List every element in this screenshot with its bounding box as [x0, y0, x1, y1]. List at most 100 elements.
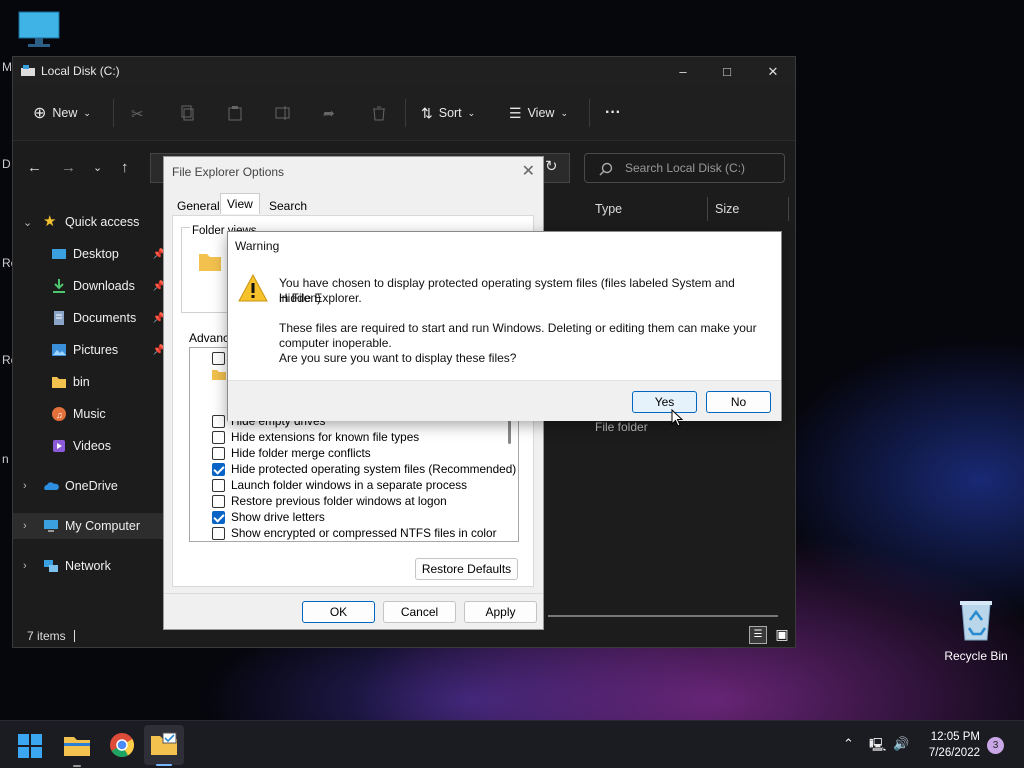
apply-button[interactable]: Apply [464, 601, 537, 623]
no-button[interactable]: No [706, 391, 771, 413]
sort-label: Sort [438, 106, 462, 120]
delete-icon[interactable] [371, 105, 387, 121]
dialog-title: File Explorer Options [172, 165, 285, 179]
setting-row[interactable]: Restore previous folder windows at logon [212, 493, 447, 509]
show-hidden-icons-chevron-icon[interactable]: ⌃ [843, 736, 854, 752]
notification-badge[interactable]: 3 [987, 737, 1004, 754]
sidebar-item-my-computer[interactable]: › My Computer [13, 513, 165, 539]
rename-icon[interactable] [275, 105, 291, 121]
setting-checkbox[interactable] [212, 430, 225, 444]
folder-options-icon [151, 732, 177, 755]
new-label: New [52, 106, 78, 120]
warning-footer: Yes No [228, 380, 781, 421]
sidebar-item-downloads[interactable]: Downloads 📌 [13, 273, 165, 299]
setting-checkbox[interactable] [212, 494, 225, 508]
back-arrow-icon[interactable]: ← [27, 159, 42, 176]
active-app-highlight[interactable] [144, 725, 184, 766]
setting-checkbox[interactable] [212, 446, 225, 460]
minimize-button[interactable]: – [663, 61, 703, 83]
new-button[interactable]: ⊕ New ⌄ [33, 103, 91, 123]
running-indicator [73, 765, 81, 767]
column-divider[interactable] [707, 197, 708, 221]
close-button[interactable]: ✕ [753, 61, 793, 83]
file-explorer-taskbar-icon[interactable] [62, 730, 92, 760]
setting-checkbox[interactable] [212, 351, 225, 365]
column-divider[interactable] [788, 197, 789, 221]
explorer-titlebar[interactable]: Local Disk (C:) – □ ✕ [13, 57, 795, 85]
close-icon[interactable]: ✕ [522, 161, 535, 181]
cut-icon[interactable]: ✂ [131, 105, 147, 123]
search-box[interactable]: Search Local Disk (C:) [584, 153, 785, 183]
setting-checkbox[interactable] [212, 526, 225, 540]
sidebar-item-desktop[interactable]: Desktop 📌 [13, 241, 165, 267]
list-scrollbar[interactable] [508, 420, 511, 444]
downloads-icon [53, 279, 65, 293]
desktop-monitor-icon[interactable] [16, 10, 62, 50]
sidebar-item-videos[interactable]: Videos [13, 433, 165, 459]
sidebar-item-network[interactable]: › Network [13, 553, 165, 579]
network-status-icon[interactable]: 🖳 [869, 736, 886, 758]
chevron-down-icon: ⌄ [23, 216, 33, 229]
setting-checkbox[interactable] [212, 414, 225, 428]
maximize-button[interactable]: □ [707, 61, 747, 83]
yes-button[interactable]: Yes [632, 391, 697, 413]
setting-checkbox[interactable] [212, 478, 225, 492]
forward-arrow-icon[interactable]: → [61, 159, 76, 176]
recycle-bin[interactable]: Recycle Bin [940, 598, 1012, 663]
share-icon[interactable]: ➦ [323, 105, 339, 121]
sidebar-item-bin[interactable]: bin [13, 369, 165, 395]
chevron-right-icon: › [23, 520, 27, 532]
ok-button[interactable]: OK [302, 601, 375, 623]
setting-row[interactable]: Hide protected operating system files (R… [212, 461, 516, 477]
sort-button[interactable]: ⇅ Sort ⌄ [421, 103, 475, 123]
sidebar-label: Desktop [73, 247, 119, 261]
setting-row[interactable]: Show encrypted or compressed NTFS files … [212, 525, 497, 541]
navigation-pane: ⌄ ★ Quick access Desktop 📌 Downloads 📌 D… [13, 197, 165, 607]
tab-general[interactable]: General [177, 199, 220, 213]
cancel-button[interactable]: Cancel [383, 601, 456, 623]
view-label: View [527, 106, 555, 120]
tab-search[interactable]: Search [269, 199, 307, 213]
setting-row[interactable]: Hide folder merge conflicts [212, 445, 371, 461]
setting-row[interactable]: Hide extensions for known file types [212, 429, 419, 445]
sidebar-item-pictures[interactable]: Pictures 📌 [13, 337, 165, 363]
tab-view[interactable]: View [220, 193, 260, 214]
clock[interactable]: 12:05 PM 7/26/2022 [929, 729, 980, 761]
tiles-view-icon[interactable]: ▣ [773, 626, 791, 644]
restore-defaults-button[interactable]: Restore Defaults [415, 558, 518, 580]
setting-label: Hide folder merge conflicts [231, 446, 371, 460]
sidebar-label: OneDrive [65, 479, 118, 493]
paste-icon[interactable] [227, 105, 243, 121]
column-header-size[interactable]: Size [715, 202, 739, 216]
setting-checkbox-checked[interactable] [212, 462, 225, 476]
sidebar-item-music[interactable]: ♫ Music [13, 401, 165, 427]
sidebar-label: Quick access [65, 215, 140, 229]
start-windows-icon[interactable] [18, 734, 42, 758]
sidebar-item-documents[interactable]: Documents 📌 [13, 305, 165, 331]
setting-row[interactable]: Launch folder windows in a separate proc… [212, 477, 467, 493]
volume-icon[interactable]: 🔊 [893, 736, 909, 752]
documents-icon [54, 311, 64, 325]
view-button[interactable]: ☰ View ⌄ [509, 103, 568, 123]
setting-checkbox-checked[interactable] [212, 510, 225, 524]
copy-icon[interactable] [179, 105, 195, 121]
desktop-label-fragment: D [2, 157, 11, 171]
chrome-icon[interactable] [107, 730, 137, 760]
refresh-icon[interactable]: ↻ [545, 157, 558, 175]
warning-dialog[interactable]: Warning You have chosen to display prote… [227, 231, 782, 421]
mouse-cursor-icon [671, 409, 683, 427]
horizontal-scrollbar[interactable] [548, 615, 778, 617]
computer-icon [44, 520, 58, 532]
file-type-cell[interactable]: File folder [595, 420, 648, 434]
sidebar-item-quick-access[interactable]: ⌄ ★ Quick access [13, 209, 165, 235]
column-header-type[interactable]: Type [595, 202, 622, 216]
recent-locations-chevron-icon[interactable]: ⌄ [93, 161, 102, 174]
more-options-button[interactable]: ··· [605, 103, 621, 123]
details-view-icon[interactable]: ☰ [749, 626, 767, 644]
setting-row[interactable]: Show drive letters [212, 509, 325, 525]
folder-icon [212, 370, 226, 380]
sidebar-item-onedrive[interactable]: › OneDrive [13, 473, 165, 499]
folder-icon [199, 254, 221, 271]
up-arrow-icon[interactable]: ↑ [121, 159, 129, 176]
setting-label: Show drive letters [231, 510, 325, 524]
